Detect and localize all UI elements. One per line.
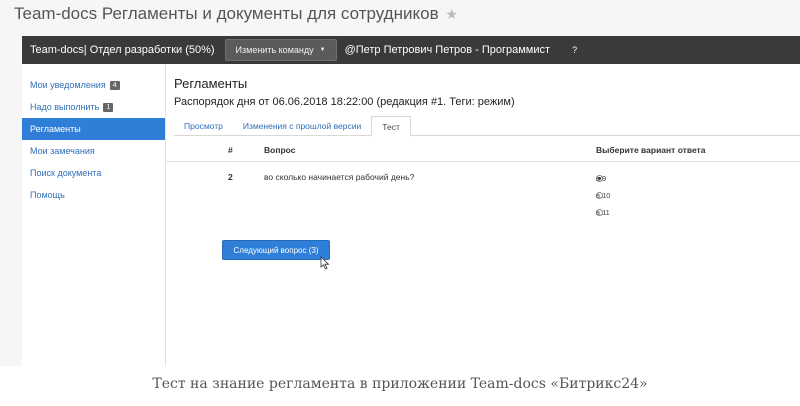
header-question: Вопрос <box>264 145 296 155</box>
question-number: 2 <box>228 172 233 182</box>
document-subtitle: Распорядок дня от 06.06.2018 18:22:00 (р… <box>174 96 515 108</box>
star-icon[interactable]: ★ <box>445 6 458 22</box>
section-title: Регламенты <box>174 76 248 91</box>
question-table: # Вопрос Выберите вариант ответа 2 во ск… <box>166 136 800 222</box>
tab-view[interactable]: Просмотр <box>174 116 233 136</box>
mouse-cursor-icon <box>320 256 330 270</box>
sidebar-item-help[interactable]: Помощь <box>22 184 165 206</box>
page-title: Team-docs Регламенты и документы для сот… <box>14 4 458 23</box>
app-screenshot: Team-docs Регламенты и документы для сот… <box>0 0 800 366</box>
table-row: 2 во сколько начинается рабочий день? в … <box>228 172 611 217</box>
sidebar-item-regulations[interactable]: Регламенты <box>22 118 165 140</box>
sidebar-item-notifications[interactable]: Мои уведомления 4 <box>22 74 165 96</box>
sidebar: Мои уведомления 4 Надо выполнить 1 Регла… <box>22 64 166 366</box>
notifications-badge: 4 <box>109 80 120 90</box>
sidebar-item-search-document[interactable]: Поиск документа <box>22 162 165 184</box>
table-header: # Вопрос Выберите вариант ответа <box>166 136 800 162</box>
tab-test[interactable]: Тест <box>371 116 411 137</box>
todo-badge: 1 <box>103 102 114 112</box>
tab-changes[interactable]: Изменения с прошлой версии <box>233 116 371 136</box>
header-answer: Выберите вариант ответа <box>596 145 706 155</box>
caret-down-icon: ▼ <box>319 47 326 53</box>
team-label: Team-docs| Отдел разработки (50%) <box>30 44 215 56</box>
main-content: Регламенты Распорядок дня от 06.06.2018 … <box>166 64 800 366</box>
help-icon[interactable]: ? <box>572 45 577 55</box>
tab-bar: Просмотр Изменения с прошлой версии Тест <box>174 116 800 137</box>
sidebar-item-remarks[interactable]: Мои замечания <box>22 140 165 162</box>
next-question-button[interactable]: Следующий вопрос (3) <box>222 240 330 260</box>
change-team-button[interactable]: Изменить команду ▼ <box>224 39 337 61</box>
top-bar: Team-docs| Отдел разработки (50%) Измени… <box>22 36 800 64</box>
sidebar-item-todo[interactable]: Надо выполнить 1 <box>22 96 165 118</box>
figure-caption: Тест на знание регламента в приложении T… <box>152 376 648 392</box>
question-text: во сколько начинается рабочий день? <box>264 172 415 182</box>
user-label: @Петр Петрович Петров - Программист <box>344 44 551 56</box>
header-num: # <box>228 145 233 155</box>
